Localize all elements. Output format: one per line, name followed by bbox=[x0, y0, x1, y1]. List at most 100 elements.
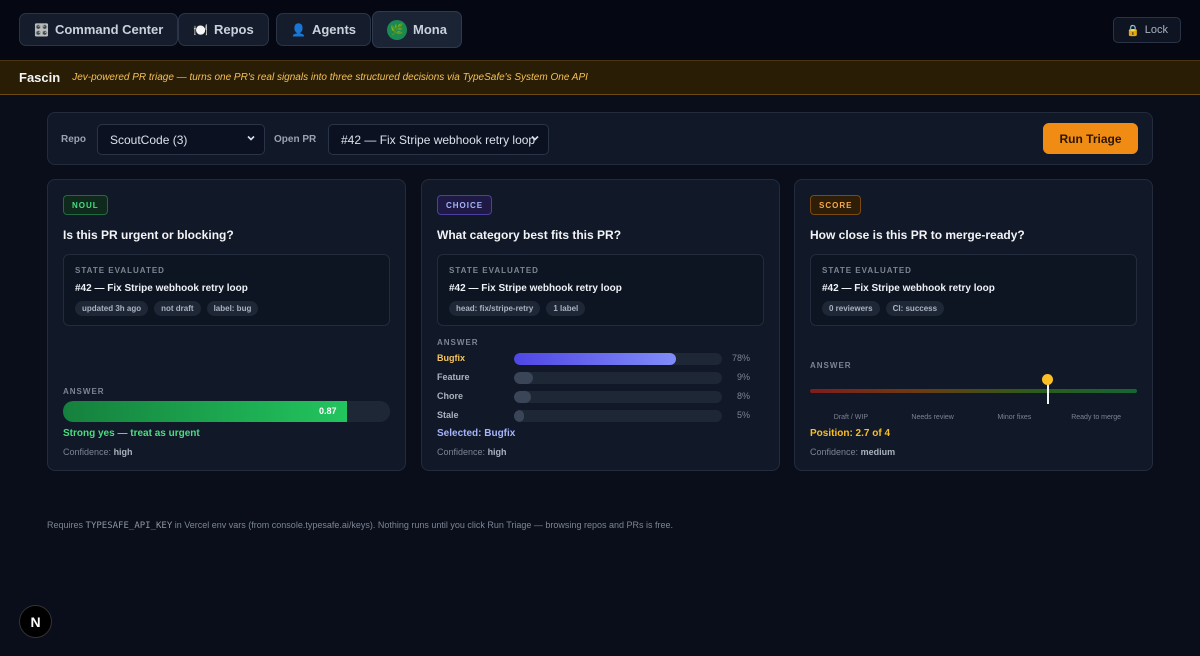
footer-pre: Requires bbox=[47, 520, 84, 530]
pr-select[interactable]: #42 — Fix Stripe webhook retry loop bbox=[328, 124, 549, 155]
state-chip: 1 label bbox=[546, 301, 586, 316]
state-chips: head: fix/stripe-retry 1 label bbox=[449, 301, 586, 316]
scale-label: Draft / WIP bbox=[833, 414, 868, 421]
confidence: Confidence: high bbox=[437, 447, 507, 457]
tagline: Jev-powered PR triage — turns one PR's r… bbox=[72, 72, 588, 83]
state-chip: label: bug bbox=[206, 301, 259, 316]
nav-agents[interactable]: 👤 Agents bbox=[276, 13, 372, 46]
category-bar bbox=[514, 410, 722, 422]
nav-label: Mona bbox=[413, 22, 447, 37]
card-type-badge: CHOICE bbox=[437, 195, 493, 215]
confidence-value: medium bbox=[860, 447, 896, 457]
answer-result: Selected: Bugfix bbox=[437, 428, 516, 439]
footer-post: in Vercel env vars (from console.typesaf… bbox=[174, 520, 673, 530]
state-title: #42 — Fix Stripe webhook retry loop bbox=[822, 283, 995, 294]
category-name: Bugfix bbox=[437, 353, 465, 363]
confidence: Confidence: medium bbox=[810, 447, 895, 457]
category-bar bbox=[514, 353, 722, 365]
category-bar-fill bbox=[514, 372, 533, 384]
state-evaluated-panel: STATE EVALUATED #42 — Fix Stripe webhook… bbox=[437, 254, 764, 326]
brand-name: Fascin bbox=[19, 70, 61, 85]
category-row: Stale 5% bbox=[437, 409, 764, 423]
category-name: Feature bbox=[437, 372, 470, 382]
nav-command-center[interactable]: 🎛️ Command Center bbox=[19, 13, 179, 46]
confidence-label: Confidence: bbox=[63, 447, 112, 457]
category-bar bbox=[514, 391, 722, 403]
state-chip: not draft bbox=[154, 301, 201, 316]
answer-label: ANSWER bbox=[437, 338, 479, 347]
scale-marker bbox=[1046, 384, 1049, 404]
card-question: How close is this PR to merge-ready? bbox=[810, 228, 1025, 242]
answer-result: Strong yes — treat as urgent bbox=[63, 428, 200, 439]
scale-label: Minor fixes bbox=[997, 414, 1032, 421]
run-triage-button[interactable]: Run Triage bbox=[1043, 123, 1138, 154]
scale-label: Needs review bbox=[911, 414, 954, 421]
chevron-down-icon bbox=[246, 133, 256, 146]
state-chip: 0 reviewers bbox=[822, 301, 880, 316]
state-label: STATE EVALUATED bbox=[75, 266, 165, 275]
state-chip: head: fix/stripe-retry bbox=[449, 301, 541, 316]
env-var-name: TYPESAFE_API_KEY bbox=[85, 521, 173, 531]
state-label: STATE EVALUATED bbox=[822, 266, 912, 275]
plate-icon: 🍽️ bbox=[193, 22, 208, 37]
nextjs-dev-badge[interactable]: N bbox=[19, 605, 52, 638]
merge-scale-track bbox=[810, 389, 1137, 393]
category-name: Chore bbox=[437, 391, 464, 401]
category-percent: 78% bbox=[731, 353, 750, 363]
urgency-bar: 0.87 bbox=[63, 401, 390, 422]
repo-select[interactable]: ScoutCode (3) bbox=[97, 124, 265, 155]
confidence: Confidence: high bbox=[63, 447, 133, 457]
answer-label: ANSWER bbox=[63, 387, 105, 396]
confidence-label: Confidence: bbox=[810, 447, 859, 457]
category-row: Feature 9% bbox=[437, 371, 764, 385]
lock-label: Lock bbox=[1144, 24, 1168, 36]
lock-button[interactable]: 🔒 Lock bbox=[1113, 17, 1181, 43]
card-type-badge: SCORE bbox=[810, 195, 862, 215]
nav-repos[interactable]: 🍽️ Repos bbox=[178, 13, 269, 46]
card-question: What category best fits this PR? bbox=[437, 228, 622, 242]
pr-select-value: #42 — Fix Stripe webhook retry loop bbox=[341, 132, 536, 147]
state-chip: CI: success bbox=[885, 301, 945, 316]
category-bar bbox=[514, 372, 722, 384]
repo-select-value: ScoutCode (3) bbox=[110, 132, 188, 147]
confidence-value: high bbox=[113, 447, 133, 457]
category-bar-fill bbox=[514, 391, 531, 403]
state-chip: updated 3h ago bbox=[75, 301, 149, 316]
category-row: Bugfix 78% bbox=[437, 352, 764, 366]
confidence-value: high bbox=[487, 447, 507, 457]
app-banner: Fascin Jev-powered PR triage — turns one… bbox=[0, 60, 1200, 95]
category-bar-fill bbox=[514, 353, 677, 365]
state-chips: 0 reviewers CI: success bbox=[822, 301, 945, 316]
state-evaluated-panel: STATE EVALUATED #42 — Fix Stripe webhook… bbox=[810, 254, 1137, 326]
confidence-label: Confidence: bbox=[437, 447, 486, 457]
avatar: 🌿 bbox=[387, 19, 407, 40]
state-title: #42 — Fix Stripe webhook retry loop bbox=[75, 283, 248, 294]
state-chips: updated 3h ago not draft label: bug bbox=[75, 301, 259, 316]
scale-marker-dot bbox=[1042, 374, 1054, 385]
top-nav: 🎛️ Command Center 🍽️ Repos 👤 Agents 🌿 Mo… bbox=[0, 0, 1200, 60]
card-question: Is this PR urgent or blocking? bbox=[63, 228, 234, 242]
category-bar-fill bbox=[514, 410, 525, 422]
urgency-card: NOUL Is this PR urgent or blocking? STAT… bbox=[47, 179, 406, 471]
nav-label: Command Center bbox=[54, 22, 164, 37]
nav-label: Repos bbox=[213, 22, 254, 37]
nav-label: Agents bbox=[311, 22, 357, 37]
state-label: STATE EVALUATED bbox=[449, 266, 539, 275]
user-icon: 👤 bbox=[291, 22, 306, 37]
category-percent: 8% bbox=[736, 391, 750, 401]
category-percent: 5% bbox=[736, 410, 750, 420]
lock-icon: 🔒 bbox=[1126, 24, 1140, 37]
urgency-value: 0.87 bbox=[319, 406, 337, 416]
category-row: Chore 8% bbox=[437, 390, 764, 404]
merge-readiness-card: SCORE How close is this PR to merge-read… bbox=[794, 179, 1153, 471]
state-title: #42 — Fix Stripe webhook retry loop bbox=[449, 283, 622, 294]
leaf-icon: 🌿 bbox=[390, 24, 404, 36]
category-name: Stale bbox=[437, 410, 459, 420]
answer-result: Position: 2.7 of 4 bbox=[810, 428, 891, 439]
nav-mona[interactable]: 🌿 Mona bbox=[372, 11, 462, 48]
category-card: CHOICE What category best fits this PR? … bbox=[421, 179, 780, 471]
scale-label: Ready to merge bbox=[1071, 414, 1122, 421]
repo-label: Repo bbox=[61, 134, 86, 145]
footer-note: Requires TYPESAFE_API_KEY in Vercel env … bbox=[47, 520, 673, 531]
state-evaluated-panel: STATE EVALUATED #42 — Fix Stripe webhook… bbox=[63, 254, 390, 326]
